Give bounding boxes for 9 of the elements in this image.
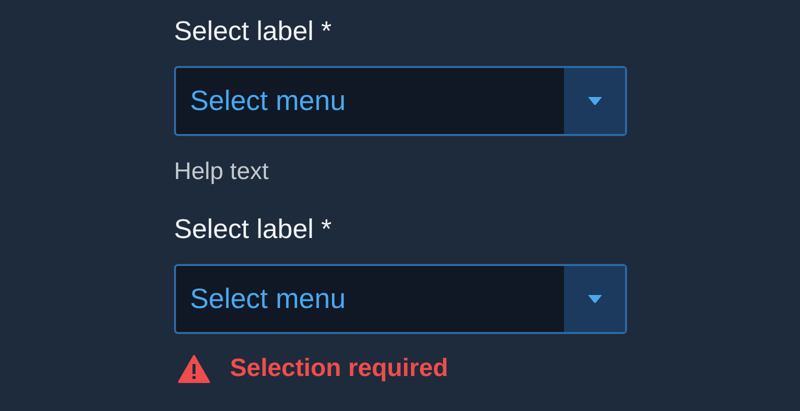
caret-icon [586,294,602,304]
warning-icon [178,354,210,382]
caret-icon [586,96,602,106]
select-dropdown[interactable]: Select menu [174,66,627,136]
field-label: Select label * [174,213,332,246]
select-dropdown[interactable]: Select menu [174,264,627,334]
help-text: Help text [174,158,269,186]
error-message: Selection required [230,354,448,383]
field-label: Select label * [174,15,332,48]
